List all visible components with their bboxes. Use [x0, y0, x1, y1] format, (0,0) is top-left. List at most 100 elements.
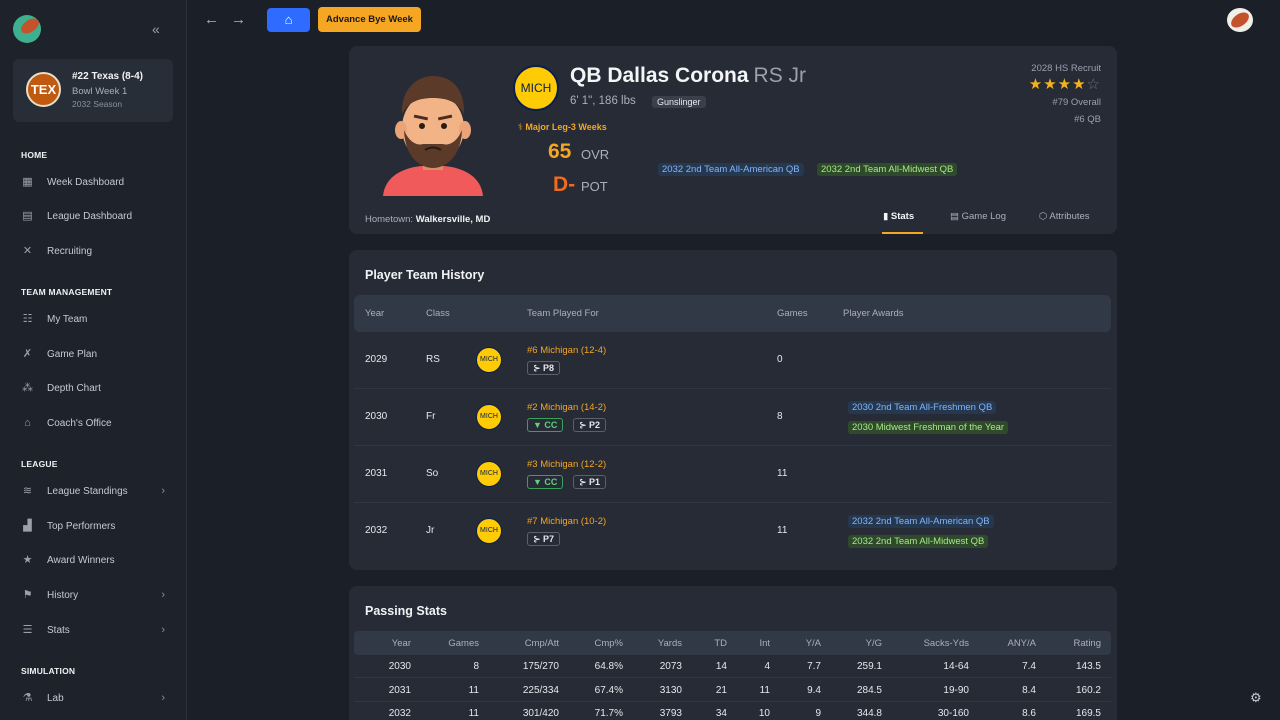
potential-label: POT [581, 179, 608, 194]
games-cell: 0 [777, 354, 783, 365]
column-header: Team Played For [527, 308, 599, 319]
stat-cell: 30-160 [937, 708, 969, 719]
table-row: 2032 Jr MICH #7 Michigan (10-2) ⊱ P7 11 … [354, 503, 1111, 560]
team-logo: MICH [476, 518, 502, 544]
section-team-management: TEAM MANAGEMENT [21, 287, 113, 297]
award-badge: 2032 2nd Team All-Midwest QB [817, 163, 958, 176]
star-icon: ★ [1057, 76, 1073, 93]
sidebar-item-game-plan[interactable]: ✗ Game Plan [21, 344, 171, 364]
team-link[interactable]: #7 Michigan (10-2) [527, 516, 606, 527]
sidebar-item-history[interactable]: ⚑ History › [21, 585, 171, 605]
sidebar-item-award-winners[interactable]: ★ Award Winners [21, 550, 171, 570]
stat-cell: 21 [715, 684, 727, 696]
home-icon: ⌂ [284, 12, 293, 27]
column-header: Games [448, 638, 479, 649]
collapse-sidebar-icon[interactable]: « [152, 21, 160, 37]
star-rating: ★★★★☆ [1029, 75, 1101, 93]
stat-cell: 284.5 [856, 684, 882, 696]
sidebar-item-recruiting[interactable]: ✕ Recruiting [21, 241, 171, 261]
football-icon[interactable] [1227, 8, 1253, 32]
app-logo[interactable] [13, 15, 41, 43]
sidebar-item-label: History [47, 589, 79, 601]
document-icon: ▤ [950, 211, 962, 222]
team-link[interactable]: #6 Michigan (12-4) [527, 345, 606, 356]
trophy-icon: ★ [22, 553, 33, 566]
stat-cell: 4 [764, 661, 770, 672]
conference-champion-chip: ▼ CC [527, 418, 564, 432]
hometown-value: Walkersville, MD [415, 214, 491, 225]
sidebar-item-lab[interactable]: ⚗ Lab › [21, 688, 171, 708]
stat-cell: 160.2 [1075, 684, 1101, 696]
award-badge: 2032 2nd Team All-American QB [848, 515, 994, 528]
column-header: Rating [1073, 638, 1101, 649]
sidebar-item-depth-chart[interactable]: ⁂ Depth Chart [21, 378, 171, 398]
sidebar-item-my-team[interactable]: ☷ My Team [21, 309, 171, 329]
stat-cell: 64.8% [594, 661, 623, 672]
team-card[interactable]: TEX #22 Texas (8-4) Bowl Week 1 2032 Sea… [13, 59, 173, 122]
advance-bye-week-button[interactable]: Advance Bye Week [318, 7, 421, 32]
tab-stats[interactable]: ▮ Stats [883, 211, 914, 222]
playoff-label: P7 [543, 534, 555, 544]
sidebar-item-label: Depth Chart [47, 382, 101, 394]
stat-cell: 2073 [659, 661, 682, 672]
sidebar-item-top-performers[interactable]: ▟ Top Performers [21, 516, 171, 536]
table-icon: ▤ [22, 209, 33, 222]
forward-arrow-icon[interactable]: → [231, 11, 246, 28]
stat-cell: 301/420 [522, 708, 559, 719]
column-header: Cmp/Att [524, 638, 559, 649]
playoff-label: P8 [543, 363, 555, 373]
passing-stats-header: Year Games Cmp/Att Cmp% Yards TD Int Y/A… [354, 631, 1111, 655]
settings-gear-icon[interactable]: ⚙ [1250, 690, 1262, 706]
award-badge: 2032 2nd Team All-American QB [658, 163, 804, 176]
sidebar-item-league-standings[interactable]: ≋ League Standings › [21, 481, 171, 501]
sidebar-item-stats[interactable]: ☰ Stats › [21, 620, 171, 640]
award-badge: 2030 2nd Team All-Freshmen QB [848, 401, 997, 414]
team-link[interactable]: #3 Michigan (12-2) [527, 459, 606, 470]
games-cell: 8 [777, 411, 783, 422]
passing-stats-card: Passing Stats Year Games Cmp/Att Cmp% Ya… [349, 586, 1117, 720]
stat-cell: 344.8 [856, 708, 882, 719]
stat-cell: 2031 [388, 684, 411, 696]
player-avatar [383, 76, 483, 196]
stat-cell: 34 [715, 708, 727, 719]
team-link[interactable]: #2 Michigan (14-2) [527, 402, 606, 413]
stat-cell: 67.4% [594, 684, 623, 696]
office-icon: ⌂ [24, 416, 31, 429]
cc-label: CC [544, 420, 558, 430]
tab-attributes[interactable]: ⬡ Attributes [1039, 211, 1090, 222]
team-name: #22 Texas (8-4) [72, 71, 143, 82]
sidebar-item-label: Lab [47, 692, 64, 704]
sidebar-item-league-dashboard[interactable]: ▤ League Dashboard [21, 206, 171, 226]
stat-cell: 14-64 [943, 661, 969, 672]
column-header: Sacks-Yds [923, 638, 969, 649]
tab-game-log[interactable]: ▤ Game Log [950, 211, 1006, 222]
history-icon: ⚑ [22, 588, 33, 601]
school-logo[interactable]: MICH [513, 65, 559, 111]
bracket-icon: ⊱ [579, 420, 590, 430]
table-row: 2032 11 301/420 71.7% 3793 34 10 9 344.8 30-160 8.… [354, 702, 1111, 720]
stat-cell: 14 [715, 661, 727, 672]
injury-status: ⚕ Major Leg-3 Weeks [518, 122, 607, 133]
hometown: Hometown: Walkersville, MD [365, 214, 490, 225]
playoff-label: P2 [589, 420, 601, 430]
overall-rank: #79 Overall [1052, 97, 1101, 108]
back-arrow-icon[interactable]: ← [204, 11, 219, 28]
whistle-icon: ✕ [22, 244, 33, 257]
sidebar-item-label: League Dashboard [47, 210, 133, 222]
potential-grade: D- [553, 173, 576, 196]
team-week: Bowl Week 1 [72, 86, 128, 97]
trophy-icon: ▼ [533, 420, 545, 430]
sidebar: « TEX #22 Texas (8-4) Bowl Week 1 2032 S… [0, 0, 187, 720]
home-button[interactable]: ⌂ [267, 8, 310, 32]
stat-cell: 8 [473, 661, 479, 672]
stat-cell: 7.4 [1022, 661, 1036, 672]
stat-cell: 143.5 [1075, 661, 1101, 672]
archetype-badge: Gunslinger [652, 96, 706, 108]
sidebar-item-week-dashboard[interactable]: ▦ Week Dashboard [21, 172, 171, 192]
playoff-chip: ⊱ P7 [527, 532, 561, 546]
team-history-header: Year Class Team Played For Games Player … [354, 295, 1111, 332]
chevron-right-icon: › [161, 692, 165, 704]
chart-icon: ▮ [883, 211, 891, 222]
sidebar-item-coachs-office[interactable]: ⌂ Coach's Office [21, 413, 171, 433]
class-cell: So [426, 468, 439, 479]
